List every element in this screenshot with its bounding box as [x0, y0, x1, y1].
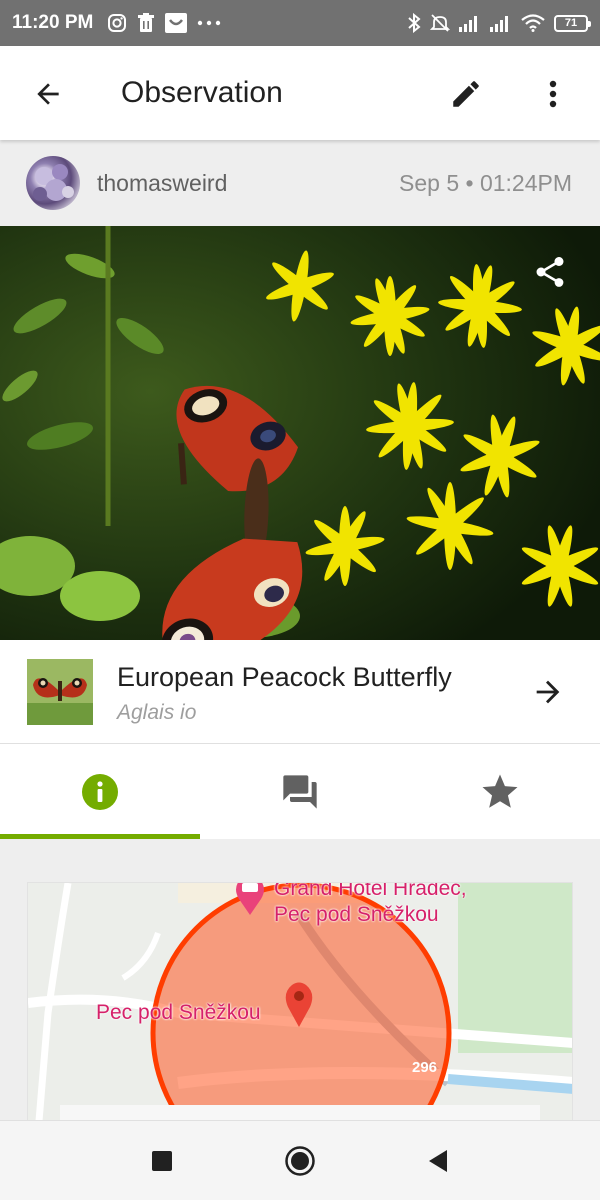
location-pin-icon[interactable]	[284, 981, 314, 1027]
mute-icon	[430, 13, 450, 33]
back-nav-button[interactable]	[414, 1137, 462, 1185]
back-button[interactable]	[28, 74, 68, 114]
instagram-icon	[107, 13, 127, 33]
observation-photo[interactable]	[0, 226, 600, 640]
tab-comments[interactable]	[200, 745, 400, 839]
species-common-name: European Peacock Butterfly	[117, 662, 452, 692]
info-icon	[82, 774, 118, 810]
info-tab-content: Grand Hotel Hradec, Pec pod Sněžkou Pec …	[0, 839, 600, 1120]
observer-row[interactable]: thomasweird Sep 5 • 01:24PM	[0, 140, 600, 226]
share-button[interactable]	[530, 252, 570, 292]
species-row[interactable]: European Peacock Butterfly Aglais io	[0, 640, 600, 744]
map-poi-label-line2: Pec pod Sněžkou	[274, 903, 439, 926]
hotel-pin-icon[interactable]	[233, 882, 267, 915]
arrow-forward-icon	[536, 680, 560, 704]
system-icons: 71	[407, 13, 591, 33]
map-place-label: Pec pod Sněžkou	[96, 1001, 261, 1024]
status-time: 11:20 PM	[12, 12, 94, 33]
tab-info[interactable]	[0, 745, 200, 839]
recents-button[interactable]	[138, 1137, 186, 1185]
battery-icon: 71	[554, 14, 591, 32]
tab-favorites[interactable]	[400, 745, 600, 839]
edit-button[interactable]	[446, 74, 486, 114]
notification-icons	[107, 13, 221, 33]
more-vert-icon	[549, 80, 557, 108]
bluetooth-icon	[407, 13, 421, 33]
road-number-label: 296	[412, 1059, 438, 1076]
observation-date: Sep 5 • 01:24PM	[399, 170, 572, 196]
overflow-menu-button[interactable]	[533, 74, 573, 114]
map-poi-label-line1: Grand Hotel Hradec,	[274, 882, 467, 900]
avatar-image	[33, 164, 74, 201]
species-thumbnail	[27, 659, 93, 725]
inbox-icon	[165, 13, 188, 33]
comments-icon	[283, 775, 317, 809]
more-dots-icon	[197, 20, 221, 26]
species-scientific-name: Aglais io	[117, 701, 197, 724]
page-title: Observation	[121, 76, 283, 109]
share-icon	[536, 257, 564, 287]
signal-icon	[459, 14, 481, 32]
pencil-icon	[453, 81, 479, 107]
system-navigation-bar	[0, 1120, 600, 1200]
trash-icon	[137, 13, 155, 33]
observer-username[interactable]: thomasweird	[97, 170, 227, 197]
wifi-icon	[521, 14, 545, 32]
app-bar: Observation	[0, 46, 600, 140]
observation-tabs	[0, 745, 600, 839]
observation-screen: 11:20 PM 71 Observation thomasweird Sep …	[0, 0, 600, 1200]
circle-icon	[285, 1145, 315, 1176]
signal-icon-2	[490, 14, 512, 32]
triangle-back-icon	[429, 1149, 447, 1172]
square-icon	[152, 1150, 172, 1171]
avatar[interactable]	[26, 156, 80, 210]
status-bar: 11:20 PM 71	[0, 0, 600, 46]
butterfly-photo	[0, 226, 600, 640]
location-map[interactable]: Grand Hotel Hradec, Pec pod Sněžkou Pec …	[27, 882, 573, 1120]
species-details-button[interactable]	[528, 672, 568, 712]
home-button[interactable]	[276, 1137, 324, 1185]
star-icon	[482, 774, 518, 808]
arrow-back-icon	[37, 83, 59, 105]
